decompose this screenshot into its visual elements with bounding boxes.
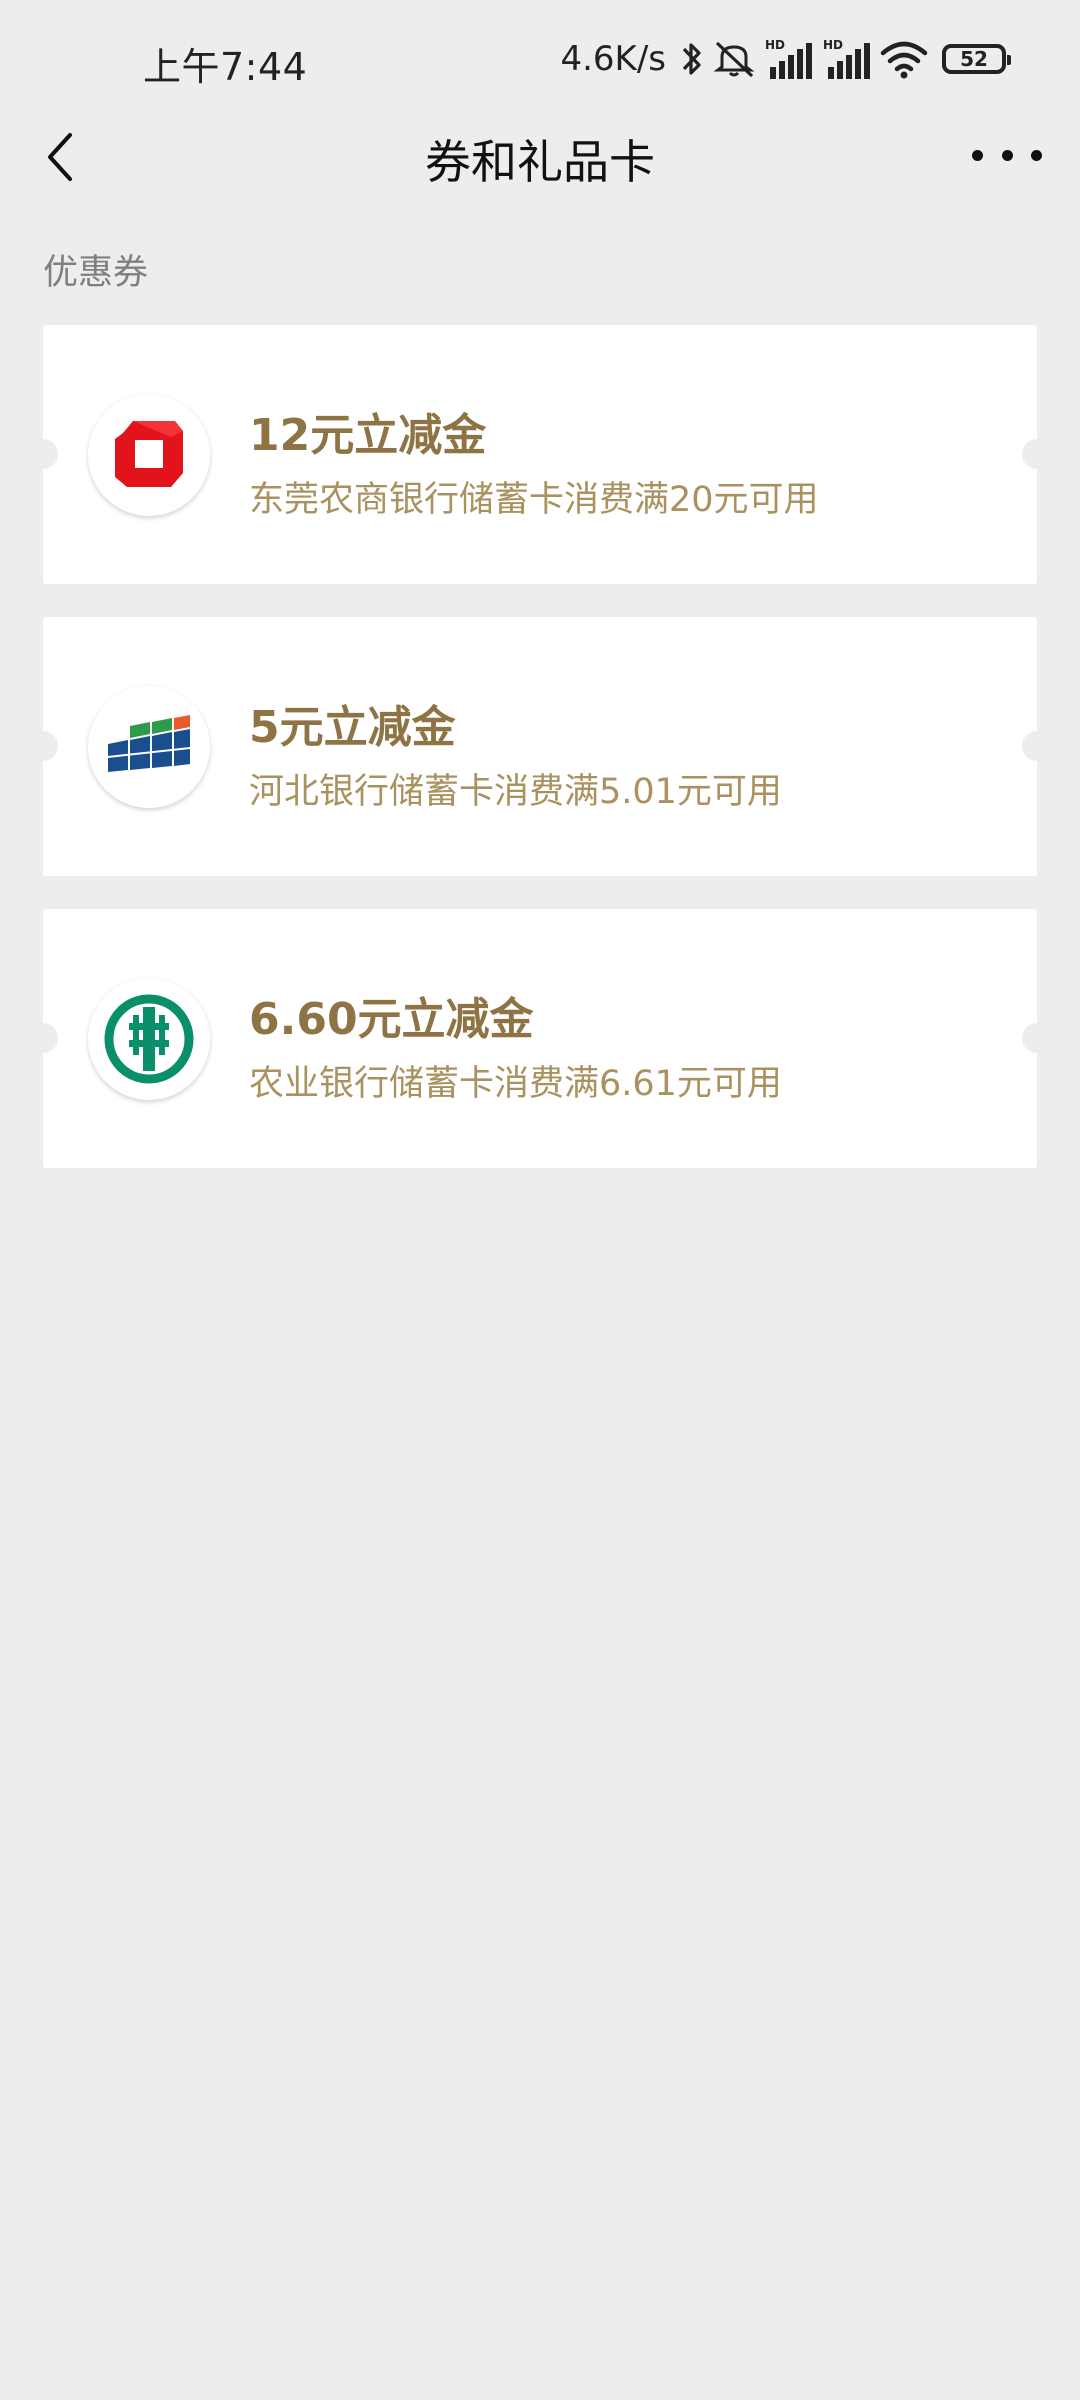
- more-options-button[interactable]: [972, 130, 1042, 180]
- coupon-amount: 12元立减金: [249, 410, 487, 461]
- svg-text:HD: HD: [765, 38, 785, 52]
- coupon-condition: 河北银行储蓄卡消费满5.01元可用: [249, 772, 782, 812]
- status-icons: 4.6K/s HD HD 52: [560, 34, 1011, 84]
- coupon-condition: 农业银行储蓄卡消费满6.61元可用: [249, 1064, 782, 1104]
- coupon-card[interactable]: 12元立减金 东莞农商银行储蓄卡消费满20元可用: [28, 325, 1052, 584]
- wifi-icon: [880, 37, 928, 81]
- section-title-coupons: 优惠券: [43, 253, 149, 293]
- signal-hd-1-icon: HD: [764, 37, 814, 81]
- more-dot-icon: [1001, 149, 1013, 161]
- coupon-condition: 东莞农商银行储蓄卡消费满20元可用: [249, 480, 819, 520]
- page-title: 券和礼品卡: [425, 135, 655, 189]
- coupon-amount: 6.60元立减金: [249, 994, 534, 1045]
- status-time: 上午7:44: [143, 45, 308, 89]
- agricultural-bank-logo-icon: [88, 978, 210, 1100]
- coupon-card[interactable]: 5元立减金 河北银行储蓄卡消费满5.01元可用: [28, 617, 1052, 876]
- signal-hd-2-icon: HD: [822, 37, 872, 81]
- hebei-bank-logo-icon: [88, 686, 210, 808]
- battery-indicator: 52: [942, 44, 1011, 74]
- status-bar: 上午7:44 4.6K/s HD HD 52: [0, 0, 1080, 120]
- more-dot-icon: [1031, 149, 1042, 161]
- coupon-card[interactable]: 6.60元立减金 农业银行储蓄卡消费满6.61元可用: [28, 909, 1052, 1168]
- svg-text:HD: HD: [823, 38, 843, 52]
- more-dot-icon: [972, 149, 983, 161]
- mute-bell-icon: [712, 37, 756, 81]
- dongguan-rural-bank-logo-icon: [88, 394, 210, 516]
- network-speed: 4.6K/s: [560, 39, 666, 79]
- coupon-amount: 5元立减金: [249, 702, 456, 753]
- bluetooth-icon: [680, 37, 704, 81]
- navigation-bar: 券和礼品卡: [0, 120, 1080, 192]
